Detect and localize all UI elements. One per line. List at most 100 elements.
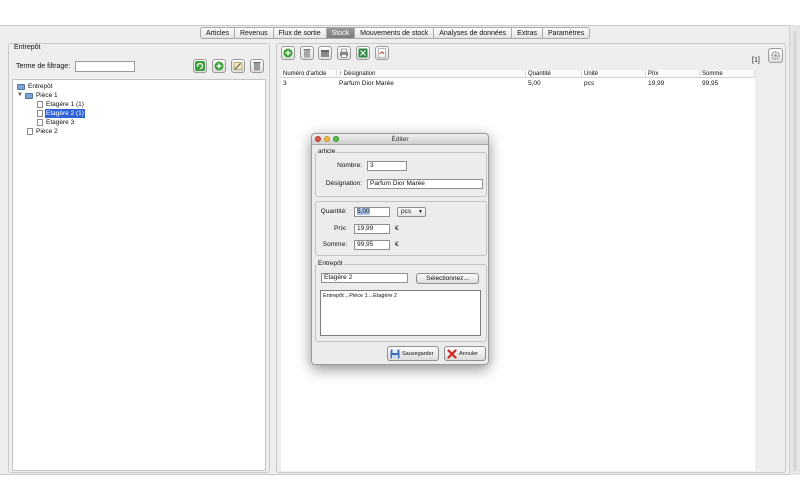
select-location-button[interactable]: Sélectionnez... (416, 273, 479, 284)
trash-icon (303, 49, 311, 58)
document-icon (37, 101, 43, 108)
table-cell-price[interactable]: 19,99 (646, 80, 664, 87)
unit-value: pcs (401, 208, 412, 215)
warehouse-panel-legend: Entrepôt (12, 44, 43, 51)
chevron-down-icon: ▼ (418, 209, 423, 215)
somme-field[interactable]: 99,95 (354, 240, 390, 250)
tree-node-label: Etagère 3 (46, 119, 75, 126)
article-group-legend: article (317, 148, 337, 155)
column-header-price[interactable]: Prix (646, 70, 700, 78)
refresh-icon (195, 61, 205, 71)
tree-node-label: Pièce 1 (35, 92, 58, 99)
warehouse-tree[interactable]: Entrepôt ▼ Pièce 1 Etagère 1 (1) Etagère … (12, 79, 266, 471)
quantite-field[interactable]: 5,00 (354, 207, 390, 217)
window-edge-scrollbar[interactable] (789, 25, 800, 475)
location-path-textarea[interactable]: Entrepôt→Pièce 1→Etagère 2 (320, 290, 481, 336)
tree-node-label: Etagère 2 (1) (45, 109, 85, 118)
delete-location-button[interactable] (250, 59, 264, 73)
print-button[interactable] (337, 46, 351, 60)
dialog-title-bar[interactable]: Éditer (312, 134, 488, 145)
edit-dialog: Éditer article Nombre: 3 Désignation: Pa… (311, 133, 489, 365)
delete-article-button[interactable] (300, 46, 314, 60)
column-header-sum[interactable]: Somme (700, 70, 755, 78)
table-cell-sum[interactable]: 99,95 (700, 80, 718, 87)
document-icon (37, 119, 43, 126)
entrepot-field[interactable]: Etagère 2 (321, 273, 408, 283)
table-cell-unit[interactable]: pcs (582, 80, 594, 87)
trash-icon (253, 62, 261, 71)
quantite-value: 5,00 (357, 208, 370, 215)
tab-mouvements-de-stock[interactable]: Mouvements de stock (355, 27, 435, 39)
tab-stock[interactable]: Stock (326, 27, 356, 39)
somme-currency: € (395, 241, 399, 248)
tab-flux-de-sortie[interactable]: Flux de sortie (273, 27, 327, 39)
prix-currency: € (395, 225, 399, 232)
tree-node-piece-1[interactable]: ▼ Pièce 1 (17, 91, 59, 100)
add-icon (283, 48, 293, 58)
prix-label: Prix: (334, 225, 347, 232)
cancel-button-label: Annuler (459, 350, 478, 357)
article-group (315, 152, 487, 197)
excel-icon (358, 48, 368, 58)
somme-label: Somme: (322, 241, 347, 248)
tab-revenus[interactable]: Revenus (234, 27, 274, 39)
refresh-tree-button[interactable] (193, 59, 207, 73)
filter-input[interactable] (75, 61, 135, 72)
unit-select[interactable]: pcs ▼ (397, 207, 426, 217)
tree-node-etagere-3[interactable]: Etagère 3 (37, 118, 75, 127)
save-button-label: Sauvegarder (402, 350, 434, 357)
designation-field[interactable]: Parfum Dior Marée (367, 179, 483, 189)
designation-label: Désignation: (325, 180, 362, 187)
chevron-down-icon[interactable]: ▼ (17, 91, 23, 100)
filter-label: Terme de filtrage: (16, 63, 71, 70)
record-count: [1] (752, 57, 760, 64)
prix-field[interactable]: 19,99 (354, 224, 390, 234)
main-tabs: Articles Revenus Flux de sortie Stock Mo… (200, 27, 591, 39)
tree-node-etagere-1[interactable]: Etagère 1 (1) (37, 100, 85, 109)
table-cell-designation[interactable]: Parfum Dior Marée (337, 80, 394, 87)
scrollbar-track[interactable] (793, 31, 797, 471)
tree-node-label: Entrepôt (28, 83, 53, 90)
add-icon (214, 61, 224, 71)
add-location-button[interactable] (212, 59, 226, 73)
entrepot-group-legend: Entrepôt (317, 260, 344, 267)
save-button[interactable]: Sauvegarder (387, 346, 439, 361)
tree-node-etagere-2[interactable]: Etagère 2 (1) (37, 109, 85, 118)
cancel-button[interactable]: Annuler (444, 346, 486, 361)
printer-icon (340, 48, 348, 58)
tree-node-label: Pièce 2 (36, 128, 58, 135)
tab-analyses-de-donnees[interactable]: Analyses de données (434, 27, 513, 39)
column-header-article-number[interactable]: Numéro d'article (281, 70, 337, 78)
tab-parametres[interactable]: Paramètres (543, 27, 591, 39)
nombre-label: Nombre: (337, 162, 362, 169)
export-excel-button[interactable] (356, 46, 370, 60)
tab-extras[interactable]: Extras (512, 27, 544, 39)
quantite-label: Quantité: (320, 208, 347, 215)
table-cell-article-number[interactable]: 3 (281, 80, 287, 87)
column-header-quantity[interactable]: Quantité (526, 70, 582, 78)
document-icon (27, 128, 33, 135)
column-header-designation[interactable]: ↑ Désignation (337, 70, 526, 78)
document-icon (37, 110, 43, 117)
save-icon (390, 349, 400, 359)
nombre-field[interactable]: 3 (367, 161, 407, 171)
pdf-icon (378, 48, 386, 58)
tree-node-piece-2[interactable]: Pièce 2 (27, 127, 59, 136)
settings-button[interactable] (768, 48, 783, 63)
box-icon (321, 50, 329, 57)
tree-node-entrepot[interactable]: Entrepôt (17, 82, 54, 91)
close-icon (447, 348, 457, 359)
tree-node-label: Etagère 1 (1) (46, 101, 84, 108)
edit-location-button[interactable] (231, 59, 245, 73)
dialog-title: Éditer (391, 136, 409, 143)
table-cell-quantity[interactable]: 5,00 (526, 80, 541, 87)
export-pdf-button[interactable] (375, 46, 389, 60)
folder-open-icon (24, 92, 33, 99)
edit-icon (233, 62, 243, 70)
gear-icon (771, 51, 780, 60)
column-header-unit[interactable]: Unité (582, 70, 646, 78)
add-article-button[interactable] (281, 46, 295, 60)
move-article-button[interactable] (318, 46, 332, 60)
folder-icon (17, 83, 25, 90)
tab-articles[interactable]: Articles (200, 27, 235, 39)
